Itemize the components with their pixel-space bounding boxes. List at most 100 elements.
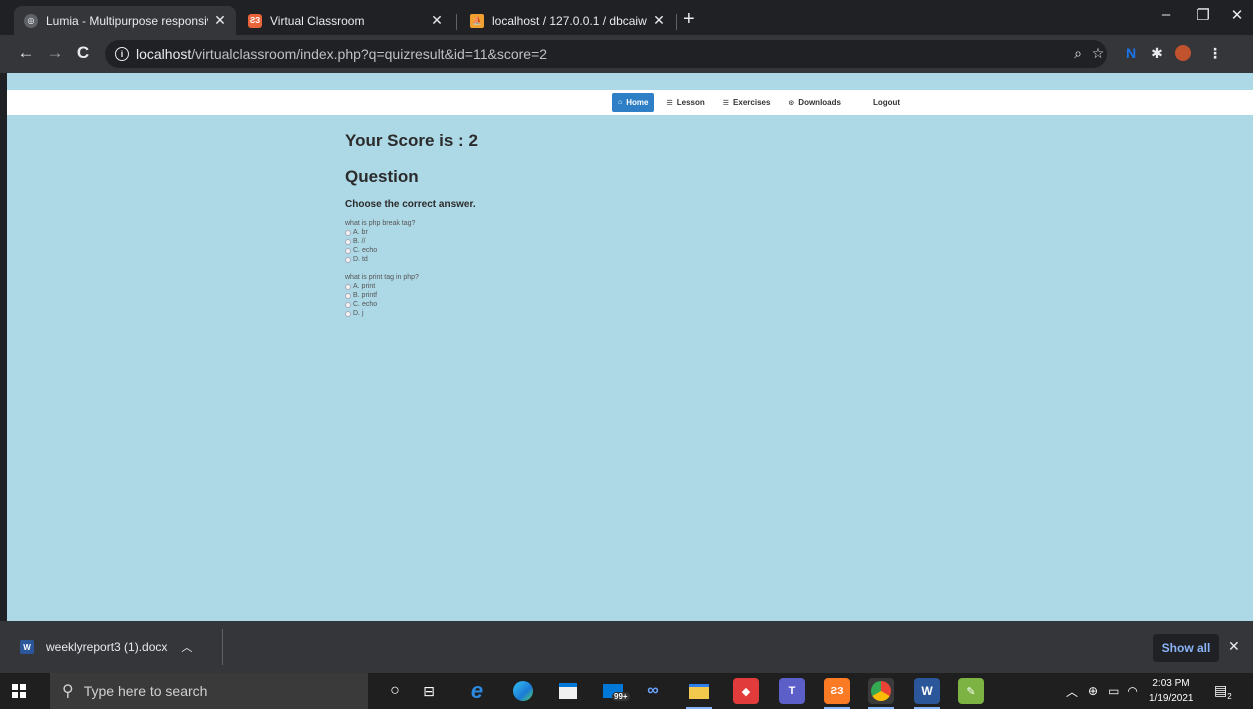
address-bar[interactable]: i localhost/virtualclassroom/index.php?q… (105, 40, 1107, 68)
url-path: /virtualclassroom/index.php?q=quizresult… (191, 46, 548, 62)
back-icon[interactable]: ← (14, 44, 38, 62)
list-icon: ☰ (666, 99, 673, 107)
nav-lesson[interactable]: ☰ Lesson (660, 93, 710, 112)
list-icon: ☰ (722, 99, 730, 107)
nav-downloads[interactable]: ⊙ Downloads (782, 93, 847, 112)
extensions-puzzle-icon[interactable]: ✱ (1146, 45, 1168, 62)
answer-option[interactable]: C. echo (345, 300, 865, 309)
xampp-icon[interactable]: ƧЗ (824, 678, 850, 709)
question-text: what is print tag in php? (345, 274, 419, 281)
close-window-icon[interactable]: ✕ (1222, 6, 1252, 24)
radio-button[interactable] (345, 283, 351, 290)
info-icon[interactable]: i (115, 47, 129, 61)
score-heading: Your Score is : 2 (345, 131, 478, 150)
browser-toolbar: ← → C i localhost/virtualclassroom/index… (0, 35, 1253, 73)
taskbar-search-input[interactable]: ⚲ Type here to search (50, 673, 368, 709)
close-tab-icon[interactable]: ✕ (429, 12, 445, 29)
close-tab-icon[interactable]: ✕ (651, 12, 667, 29)
nav-label: Logout (872, 98, 901, 107)
minimize-icon[interactable]: – (1151, 6, 1181, 23)
cortana-icon[interactable]: ○ (382, 678, 408, 704)
option-label: B. printf (353, 292, 378, 299)
tab-phpmyadmin[interactable]: ⛵ localhost / 127.0.0.1 / dbcaiwl / t ✕ (460, 6, 675, 35)
nav-home[interactable]: ⌂ Home (612, 93, 655, 112)
windows-taskbar: ⚲ Type here to search ○ ⊟ e 99+ ∞ ◆ T ƧЗ… (0, 673, 1253, 709)
tab-lumia[interactable]: ◎ Lumia - Multipurpose responsive ✕ (14, 6, 236, 35)
internet-explorer-icon[interactable]: e (464, 678, 490, 704)
windows-start-icon[interactable] (12, 684, 26, 698)
network-icon[interactable]: ⊕ (1088, 684, 1098, 698)
site-nav-menu: ⌂ Home ☰ Lesson ☰ Exercises ⊙ Downloads … (612, 90, 912, 115)
option-label: A. print (353, 283, 376, 290)
show-all-button[interactable]: Show all (1153, 634, 1219, 662)
radio-button[interactable] (345, 238, 351, 245)
option-label: C. echo (353, 247, 378, 254)
notification-badge: 99+ (612, 692, 630, 701)
battery-icon[interactable]: ▭ (1108, 684, 1119, 698)
file-explorer-icon[interactable] (686, 678, 712, 709)
word-doc-icon: W (20, 640, 34, 654)
page-viewport: ⌂ Home ☰ Lesson ☰ Exercises ⊙ Downloads … (7, 73, 1253, 621)
teams-icon[interactable]: T (779, 678, 805, 704)
answer-option[interactable]: D. td (345, 255, 865, 264)
tab-title: Virtual Classroom (270, 13, 365, 28)
answer-option[interactable]: C. echo (345, 246, 865, 255)
reload-icon[interactable]: C (71, 44, 95, 62)
question-block: what is print tag in php? A. print B. pr… (345, 274, 865, 318)
tab-separator (456, 14, 457, 30)
word-icon[interactable]: W (914, 678, 940, 709)
answer-option[interactable]: B. printf (345, 291, 865, 300)
option-label: D. td (353, 256, 368, 263)
phpmyadmin-icon: ⛵ (470, 13, 484, 28)
nav-exercises[interactable]: ☰ Exercises (717, 93, 777, 112)
bookmark-star-icon[interactable]: ☆ (1087, 45, 1109, 62)
taskbar-clock[interactable]: 2:03 PM 1/19/2021 (1149, 676, 1194, 706)
answer-option[interactable]: D. j (345, 309, 865, 318)
profile-avatar-icon[interactable] (1172, 45, 1194, 64)
download-filename: weeklyreport3 (1).docx (46, 640, 168, 654)
anydesk-icon[interactable]: ◆ (733, 678, 759, 704)
radio-button[interactable] (345, 301, 351, 308)
notepad-plus-icon[interactable]: ✎ (958, 678, 984, 704)
extension-n-icon[interactable]: N (1120, 45, 1142, 61)
home-icon: ⌂ (618, 99, 623, 106)
close-tab-icon[interactable]: ✕ (212, 12, 228, 29)
system-tray: ︿ ⊕ ▭ ◠ (1066, 673, 1138, 709)
new-tab-icon[interactable]: + (683, 9, 695, 29)
radio-button[interactable] (345, 292, 351, 299)
wifi-icon[interactable]: ◠ (1127, 684, 1137, 698)
tab-virtual-classroom[interactable]: ƧЗ Virtual Classroom ✕ (238, 6, 453, 35)
radio-button[interactable] (345, 247, 351, 254)
close-icon[interactable]: ✕ (1228, 638, 1240, 655)
option-label: C. echo (353, 301, 378, 308)
nav-logout[interactable]: Logout (867, 93, 906, 112)
xampp-icon: ƧЗ (248, 13, 262, 28)
radio-button[interactable] (345, 310, 351, 317)
instruction-text: Choose the correct answer. (345, 199, 476, 210)
menu-kebab-icon[interactable]: ⋮ (1204, 45, 1226, 62)
question-text: what is php break tag? (345, 220, 416, 227)
link-app-icon[interactable]: ∞ (640, 678, 666, 704)
store-icon[interactable] (555, 678, 581, 704)
radio-button[interactable] (345, 229, 351, 236)
quiz-result: Your Score is : 2 Question Choose the co… (345, 131, 865, 328)
globe-icon: ◎ (24, 13, 38, 28)
zoom-icon[interactable]: ⌕ (1067, 45, 1089, 62)
chrome-icon[interactable] (868, 678, 894, 709)
notification-count: 2 (1227, 691, 1232, 701)
answer-option[interactable]: A. print (345, 282, 865, 291)
mail-icon[interactable]: 99+ (600, 678, 630, 704)
radio-button[interactable] (345, 256, 351, 263)
tab-title: Lumia - Multipurpose responsive (46, 13, 208, 28)
url-host: localhost (136, 46, 192, 62)
restore-icon[interactable]: ❐ (1188, 6, 1218, 24)
task-view-icon[interactable]: ⊟ (416, 678, 442, 704)
forward-icon[interactable]: → (43, 44, 67, 62)
answer-option[interactable]: B. // (345, 237, 865, 246)
chevron-up-icon[interactable]: ︿ (181, 639, 192, 655)
edge-icon[interactable] (510, 678, 536, 704)
answer-option[interactable]: A. br (345, 228, 865, 237)
download-item[interactable]: W weeklyreport3 (1).docx ︿ (20, 632, 192, 662)
chevron-up-icon[interactable]: ︿ (1066, 683, 1078, 700)
notifications-icon[interactable]: ▤2 (1214, 682, 1232, 701)
